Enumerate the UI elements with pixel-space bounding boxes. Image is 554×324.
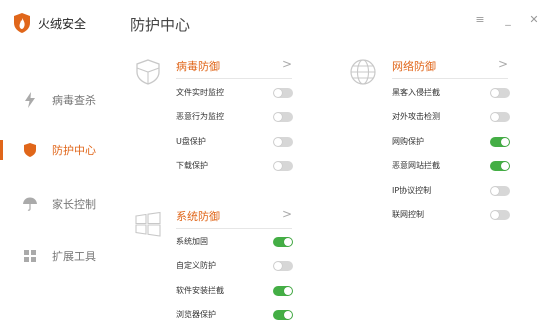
toggle-knob	[274, 113, 282, 121]
toggle-knob	[274, 138, 282, 146]
section-system-defense[interactable]: 系统防御 >	[176, 206, 292, 229]
grid-icon	[22, 248, 38, 264]
section-divider	[392, 78, 508, 79]
sidebar-item-label: 家长控制	[52, 198, 96, 211]
setting-row: 下载保护	[176, 159, 296, 175]
sidebar-item-extension-tools[interactable]: 扩展工具	[0, 238, 118, 274]
section-divider	[176, 78, 292, 79]
huorong-logo-icon	[14, 13, 30, 33]
section-title: 网络防御	[392, 60, 436, 73]
setting-label: 联网控制	[392, 210, 424, 219]
toggle-malicious-behavior-monitor[interactable]	[273, 112, 293, 122]
setting-row: 恶意行为监控	[176, 110, 296, 126]
sidebar-item-virus-scan[interactable]: 病毒查杀	[0, 82, 118, 118]
setting-row: 恶意网站拦截	[392, 159, 512, 175]
windows-icon	[134, 210, 162, 238]
minimize-button[interactable]: _	[502, 14, 514, 26]
toggle-knob	[501, 162, 509, 170]
sidebar-item-label: 病毒查杀	[52, 94, 96, 107]
sidebar: 火绒安全 病毒查杀 防护中心 家长控制 扩展工具	[0, 0, 118, 324]
toggle-knob	[491, 113, 499, 121]
setting-row: 自定义防护	[176, 259, 296, 275]
toggle-knob	[284, 238, 292, 246]
setting-row: 网购保护	[392, 135, 512, 151]
setting-row: 系统加固	[176, 235, 296, 251]
section-title: 系统防御	[176, 210, 220, 223]
setting-label: 对外攻击检测	[392, 112, 440, 121]
toggle-knob	[274, 162, 282, 170]
toggle-knob	[274, 262, 282, 270]
setting-label: 恶意行为监控	[176, 112, 224, 121]
chevron-right-icon[interactable]: >	[498, 57, 508, 71]
setting-label: 系统加固	[176, 237, 208, 246]
toggle-knob	[274, 89, 282, 97]
close-button[interactable]: ✕	[528, 14, 540, 26]
shield-icon	[22, 142, 38, 158]
setting-label: IP协议控制	[392, 186, 432, 195]
setting-row: 黑客入侵拦截	[392, 86, 512, 102]
setting-label: 下载保护	[176, 161, 208, 170]
toggle-knob	[491, 187, 499, 195]
section-network-defense[interactable]: 网络防御 >	[392, 56, 508, 79]
toggle-browser-protection[interactable]	[273, 310, 293, 320]
app-name: 火绒安全	[38, 16, 87, 31]
setting-label: 文件实时监控	[176, 88, 224, 97]
toggle-knob	[491, 211, 499, 219]
setting-row: 文件实时监控	[176, 86, 296, 102]
section-virus-defense[interactable]: 病毒防御 >	[176, 56, 292, 79]
toggle-file-realtime-monitor[interactable]	[273, 88, 293, 98]
menu-button[interactable]: ≡	[474, 14, 486, 26]
toggle-software-install-block[interactable]	[273, 286, 293, 296]
setting-row: U盘保护	[176, 135, 296, 151]
setting-label: 自定义防护	[176, 261, 216, 270]
chevron-right-icon[interactable]: >	[282, 207, 292, 221]
lightning-icon	[22, 92, 38, 108]
globe-icon	[349, 58, 377, 86]
toggle-knob	[284, 311, 292, 319]
setting-label: 网购保护	[392, 137, 424, 146]
toggle-knob	[491, 89, 499, 97]
toggle-usb-protection[interactable]	[273, 137, 293, 147]
setting-row: IP协议控制	[392, 184, 512, 200]
sidebar-item-label: 防护中心	[52, 144, 96, 157]
toggle-ip-protocol-control[interactable]	[490, 186, 510, 196]
toggle-knob	[501, 138, 509, 146]
app-logo: 火绒安全	[12, 12, 86, 34]
page-title: 防护中心	[130, 16, 191, 34]
toggle-hacker-intrusion-block[interactable]	[490, 88, 510, 98]
section-title: 病毒防御	[176, 60, 220, 73]
setting-row: 浏览器保护	[176, 308, 296, 324]
section-divider	[176, 228, 292, 229]
setting-row: 软件安装拦截	[176, 284, 296, 300]
toggle-online-shopping-protection[interactable]	[490, 137, 510, 147]
toggle-download-protection[interactable]	[273, 161, 293, 171]
toggle-malicious-site-block[interactable]	[490, 161, 510, 171]
setting-label: 黑客入侵拦截	[392, 88, 440, 97]
toggle-network-access-control[interactable]	[490, 210, 510, 220]
toggle-system-hardening[interactable]	[273, 237, 293, 247]
chevron-right-icon[interactable]: >	[282, 57, 292, 71]
umbrella-icon	[22, 196, 38, 212]
sidebar-item-label: 扩展工具	[52, 250, 96, 263]
setting-label: 浏览器保护	[176, 310, 216, 319]
shield-outline-icon	[134, 58, 162, 86]
setting-row: 联网控制	[392, 208, 512, 224]
setting-label: 恶意网站拦截	[392, 161, 440, 170]
toggle-custom-protection[interactable]	[273, 261, 293, 271]
sidebar-item-parental-control[interactable]: 家长控制	[0, 186, 118, 222]
setting-label: 软件安装拦截	[176, 286, 224, 295]
toggle-knob	[284, 287, 292, 295]
sidebar-item-protection-center[interactable]: 防护中心	[0, 132, 118, 168]
toggle-outbound-attack-detect[interactable]	[490, 112, 510, 122]
setting-row: 对外攻击检测	[392, 110, 512, 126]
setting-label: U盘保护	[176, 137, 206, 146]
